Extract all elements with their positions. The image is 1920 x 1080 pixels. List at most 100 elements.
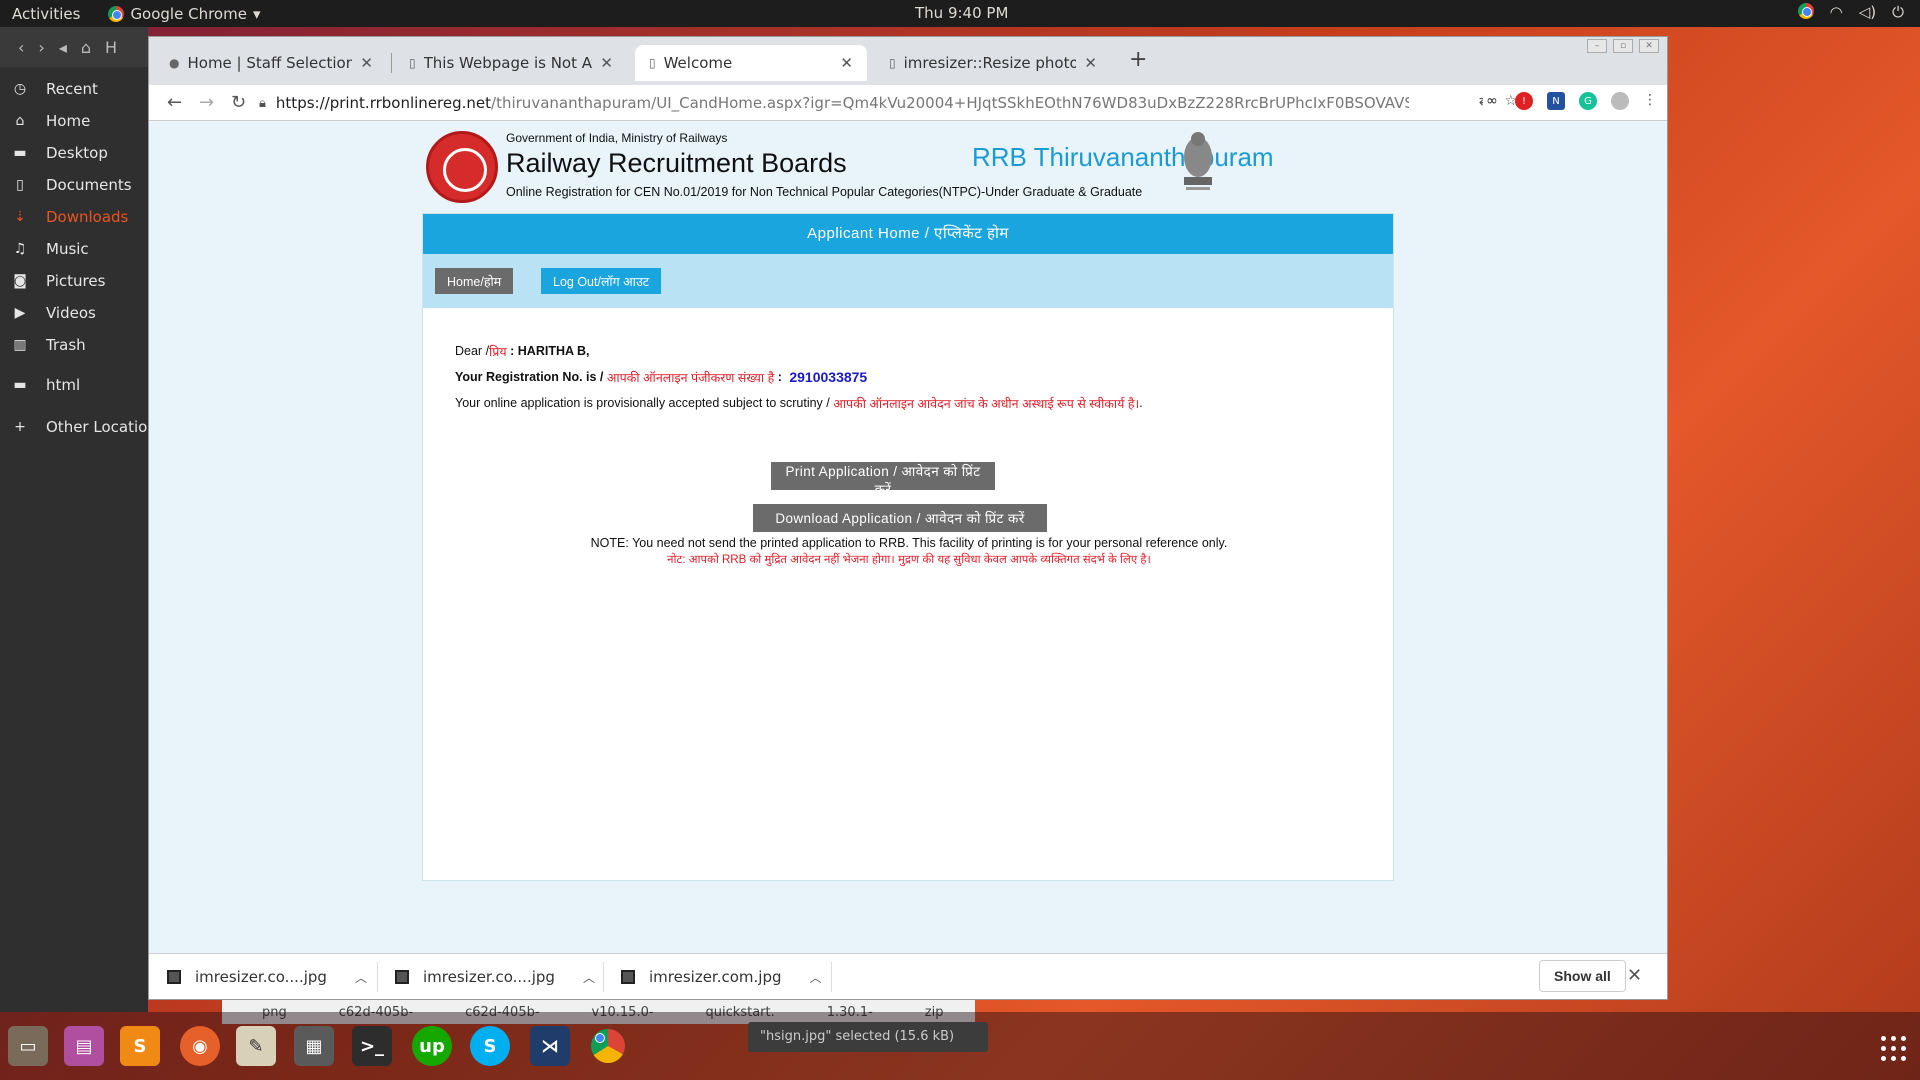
acceptance-line: Your online application is provisionally… <box>455 390 1143 416</box>
chevron-up-icon[interactable]: ︿ <box>583 969 595 986</box>
sidebar-item-label: Other Locatio <box>46 418 148 436</box>
top-panel: Activities Google Chrome ▾ Thu 9:40 PM ◠… <box>0 0 1920 27</box>
applicant-details: Dear / प्रिय : HARITHA B, Your Registrat… <box>455 338 1143 416</box>
chevron-up-icon[interactable]: ︿ <box>355 969 367 986</box>
window-close-button[interactable]: ✕ <box>1639 39 1659 53</box>
download-filename: imresizer.com.jpg <box>649 968 782 986</box>
app-menu[interactable]: Google Chrome ▾ <box>108 5 260 23</box>
close-icon[interactable]: ✕ <box>600 54 613 72</box>
sidebar-item-html[interactable]: ▬ html <box>0 369 148 401</box>
acceptance-text: Your online application is provisionally… <box>455 396 834 410</box>
tab-imresizer[interactable]: ▯ imresizer::Resize photo in ✕ <box>875 45 1111 81</box>
page-title: Railway Recruitment Boards <box>506 148 847 178</box>
forward-icon[interactable]: › <box>38 38 44 57</box>
kebab-menu-icon[interactable]: ⋮ <box>1643 92 1657 110</box>
maximize-button[interactable]: ▫ <box>1613 39 1633 53</box>
sidebar-item-other-locations[interactable]: + Other Locatio <box>0 411 148 443</box>
sidebar-item-home[interactable]: ⌂ Home <box>0 105 148 137</box>
print-application-button[interactable]: Print Application / आवेदन को प्रिंट करें <box>771 462 995 497</box>
download-item[interactable]: imresizer.co....jpg ︿ <box>395 954 595 1000</box>
registration-line: Your Registration No. is / आपकी ऑनलाइन प… <box>455 364 1143 390</box>
sidebar-item-pictures[interactable]: ◙ Pictures <box>0 265 148 297</box>
video-icon: ▶ <box>14 305 26 321</box>
download-application-button[interactable]: Download Application / आवेदन को प्रिंट क… <box>753 504 1047 532</box>
close-icon[interactable]: ✕ <box>360 54 373 72</box>
volume-icon[interactable]: ◁) <box>1859 3 1876 21</box>
download-bar: imresizer.co....jpg ︿ imresizer.co....jp… <box>149 953 1667 999</box>
window-app-icon[interactable]: ▤ <box>64 1026 104 1066</box>
minimize-button[interactable]: – <box>1587 39 1607 53</box>
power-icon[interactable]: ⏻ <box>1892 3 1904 21</box>
rrb-region-title: RRB Thiruvananthapuram <box>972 142 1274 172</box>
chevron-up-icon[interactable]: ︿ <box>810 969 822 986</box>
activities-button[interactable]: Activities <box>12 5 80 23</box>
logout-button[interactable]: Log Out/लॉग आउट <box>541 268 662 294</box>
document-icon: ▯ <box>16 177 24 193</box>
close-icon[interactable]: ✕ <box>1627 965 1642 986</box>
tab-welcome[interactable]: ▯ Welcome ✕ <box>635 45 867 81</box>
download-item[interactable]: imresizer.co....jpg ︿ <box>167 954 367 1000</box>
upwork-icon[interactable]: up <box>412 1026 452 1066</box>
wifi-icon[interactable]: ◠ <box>1830 3 1843 21</box>
crumb-label[interactable]: H <box>105 38 117 57</box>
adblock-extension-icon[interactable]: ! <box>1515 92 1533 110</box>
tab-not-available[interactable]: ▯ This Webpage is Not Avai ✕ <box>395 45 627 81</box>
scroll-left-icon[interactable]: ◂ <box>59 38 67 57</box>
tab-staff-selection[interactable]: ● Home | Staff Selection Co ✕ <box>155 45 387 81</box>
back-button[interactable]: ← <box>167 92 182 113</box>
chrome-window: ● Home | Staff Selection Co ✕ ▯ This Web… <box>148 36 1668 1000</box>
calculator-icon[interactable]: ▦ <box>294 1026 334 1066</box>
show-all-button[interactable]: Show all <box>1539 960 1626 992</box>
files-window: ‹ › ◂ ⌂ H ◷ Recent ⌂ Home ▬ Desktop ▯ Docume… <box>0 27 148 1012</box>
sidebar-item-documents[interactable]: ▯ Documents <box>0 169 148 201</box>
tab-title: Home | Staff Selection Co <box>187 54 353 72</box>
sidebar-item-trash[interactable]: ▥ Trash <box>0 329 148 361</box>
lock-icon[interactable]: 🔒︎ <box>259 96 266 111</box>
vscode-icon[interactable]: ⋊ <box>530 1026 570 1066</box>
tab-separator <box>391 53 392 73</box>
sidebar-item-videos[interactable]: ▶ Videos <box>0 297 148 329</box>
chrome-dock-icon[interactable] <box>588 1026 628 1066</box>
sidebar-item-label: Home <box>46 112 91 130</box>
sidebar-item-label: Videos <box>46 304 96 322</box>
trash-icon: ▥ <box>13 337 27 353</box>
sidebar-item-recent[interactable]: ◷ Recent <box>0 73 148 105</box>
download-filename: imresizer.co....jpg <box>195 968 327 986</box>
news-extension-icon[interactable]: N <box>1547 92 1565 110</box>
home-crumb-icon[interactable]: ⌂ <box>81 38 91 57</box>
chrome-icon <box>108 5 125 22</box>
download-item[interactable]: imresizer.com.jpg ︿ <box>621 954 822 1000</box>
forward-button[interactable]: → <box>199 92 214 113</box>
sidebar-item-music[interactable]: ♫ Music <box>0 233 148 265</box>
reload-button[interactable]: ↻ <box>231 92 246 113</box>
grammarly-extension-icon[interactable]: G <box>1579 92 1597 110</box>
sidebar-item-label: html <box>46 376 81 394</box>
skype-icon[interactable]: S <box>470 1026 510 1066</box>
page-subtitle: Online Registration for CEN No.01/2019 f… <box>506 185 1143 199</box>
clock[interactable]: Thu 9:40 PM <box>915 4 1008 22</box>
sidebar-item-desktop[interactable]: ▬ Desktop <box>0 137 148 169</box>
terminal-icon[interactable]: >_ <box>352 1026 392 1066</box>
home-button[interactable]: Home/होम <box>435 268 514 294</box>
close-icon[interactable]: ✕ <box>1084 54 1097 72</box>
show-applications-icon[interactable] <box>1881 1036 1906 1061</box>
sublime-text-icon[interactable]: S <box>120 1026 160 1066</box>
firefox-icon[interactable]: ◉ <box>180 1026 220 1066</box>
chrome-indicator-icon[interactable] <box>1797 3 1814 19</box>
system-tray[interactable]: ◠ ◁) ⏻ <box>1797 3 1904 21</box>
new-tab-button[interactable]: + <box>1129 47 1147 72</box>
glasses-extension-icon[interactable]: ∞ <box>1483 92 1501 110</box>
page-icon: ▯ <box>649 56 656 70</box>
address-bar[interactable]: 🔒︎ https://print.rrbonlinereg.net /thiru… <box>259 89 1409 117</box>
close-icon[interactable]: ✕ <box>840 54 853 72</box>
camera-icon: ◙ <box>13 273 27 289</box>
rrb-header: Government of India, Ministry of Railway… <box>426 121 1274 213</box>
sidebar-item-downloads[interactable]: ⇣ Downloads <box>0 201 148 233</box>
image-file-icon <box>395 970 409 984</box>
files-app-icon[interactable]: ▭ <box>8 1026 48 1066</box>
back-icon[interactable]: ‹ <box>18 38 24 57</box>
applicant-nav: Home/होम Log Out/लॉग आउट <box>423 254 1393 308</box>
greeting-line: Dear / प्रिय : HARITHA B, <box>455 338 1143 364</box>
text-editor-icon[interactable]: ✎ <box>236 1026 276 1066</box>
profile-avatar-icon[interactable] <box>1611 92 1629 110</box>
